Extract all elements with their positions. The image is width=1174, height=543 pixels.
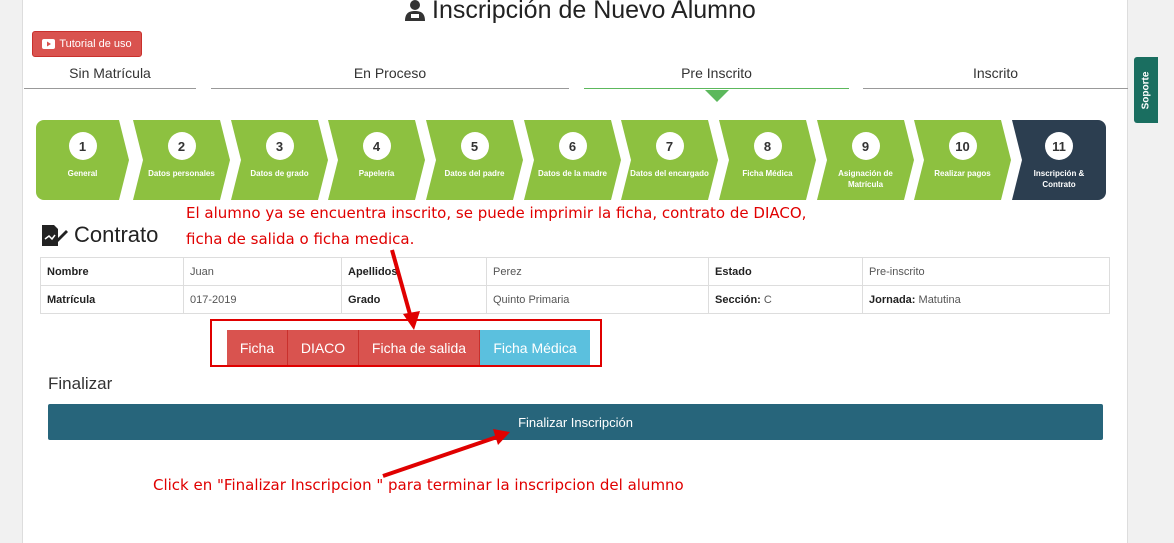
stage-line: [863, 88, 1128, 89]
step-label: Datos del padre: [444, 169, 505, 178]
stage-label: Inscrito: [972, 65, 1019, 81]
stage-inscrito: Inscrito: [863, 64, 1128, 89]
seccion-label: Sección:: [715, 293, 761, 306]
tutorial-button-label: Tutorial de uso: [59, 38, 132, 50]
step-label: Realizar pagos: [934, 169, 991, 178]
stage-sin-matricula: Sin Matrícula: [24, 64, 196, 89]
wizard-steps: 1 General 2 Datos personales 3 Datos de …: [36, 120, 1134, 200]
edit-document-icon: [42, 225, 68, 246]
step-inscripcion-contrato[interactable]: 11 Inscripción & Contrato: [1012, 120, 1106, 200]
step-number: 4: [363, 132, 391, 160]
annotation-note-1: El alumno ya se encuentra inscrito, se p…: [186, 200, 806, 252]
stage-label: Sin Matrícula: [69, 65, 151, 81]
table-row: Matrícula 017-2019 Grado Quinto Primaria…: [40, 285, 1110, 314]
finalizar-inscripcion-button[interactable]: Finalizar Inscripción: [48, 404, 1103, 440]
seccion-value: C: [763, 293, 772, 306]
step-number: 6: [559, 132, 587, 160]
step-ficha-medica[interactable]: 8 Ficha Médica: [719, 120, 816, 200]
stage-label: En Proceso: [353, 65, 427, 81]
step-datos-de-la-madre[interactable]: 6 Datos de la madre: [524, 120, 621, 200]
step-label: Datos de la madre: [538, 169, 607, 178]
tutorial-button[interactable]: Tutorial de uso: [32, 31, 142, 57]
step-realizar-pagos[interactable]: 10 Realizar pagos: [914, 120, 1011, 200]
nombre-label: Nombre: [40, 257, 184, 286]
step-label: Datos personales: [148, 169, 215, 178]
youtube-icon: [42, 39, 56, 49]
grado-value: Quinto Primaria: [486, 285, 709, 314]
page-title-text: Inscripción de Nuevo Alumno: [432, 0, 756, 24]
matricula-value: 017-2019: [183, 285, 342, 314]
matricula-label: Matrícula: [40, 285, 184, 314]
annotation-note-2: Click en "Finalizar Inscripcion " para t…: [153, 476, 684, 494]
step-number: 8: [754, 132, 782, 160]
step-general[interactable]: 1 General: [36, 120, 129, 200]
step-asignacion-de-matricula[interactable]: 9 Asignación de Matrícula: [817, 120, 914, 200]
section-title-text: Contrato: [74, 222, 159, 247]
section-title: Contrato: [40, 222, 158, 248]
grado-label: Grado: [341, 285, 487, 314]
step-label: Ficha Médica: [742, 169, 793, 178]
stage-label: Pre Inscrito: [681, 65, 752, 81]
step-label: Datos del encargado: [630, 169, 709, 178]
stage-pre-inscrito: Pre Inscrito: [584, 64, 849, 102]
active-stage-indicator: [704, 90, 729, 102]
page-title: Inscripción de Nuevo Alumno: [404, 0, 756, 26]
user-icon: [405, 0, 425, 21]
stage-line: [211, 88, 569, 89]
step-label: Datos de grado: [250, 169, 309, 178]
apellidos-label: Apellidos: [341, 257, 487, 286]
step-label: Papelería: [358, 169, 395, 178]
step-number: 7: [656, 132, 684, 160]
annotation-note-1-line-1: El alumno ya se encuentra inscrito, se p…: [186, 204, 807, 222]
step-number: 9: [852, 132, 880, 160]
jornada-cell: Jornada: Matutina: [862, 285, 1110, 314]
step-number: 10: [949, 132, 977, 160]
finalizar-heading: Finalizar: [48, 374, 113, 393]
soporte-tab[interactable]: Soporte: [1134, 57, 1158, 123]
annotation-note-1-line-2: ficha de salida o ficha medica.: [186, 230, 415, 248]
estado-label: Estado: [708, 257, 863, 286]
step-number: 3: [266, 132, 294, 160]
table-row: Nombre Juan Apellidos Perez Estado Pre-i…: [40, 257, 1110, 286]
step-label: Asignación de Matrícula: [838, 169, 893, 189]
step-number: 2: [168, 132, 196, 160]
annotation-highlight-box: [210, 319, 602, 367]
step-datos-personales[interactable]: 2 Datos personales: [133, 120, 230, 200]
jornada-label: Jornada:: [869, 293, 916, 306]
stage-line: [24, 88, 196, 89]
apellidos-value: Perez: [486, 257, 709, 286]
step-datos-del-encargado[interactable]: 7 Datos del encargado: [621, 120, 718, 200]
step-label: Inscripción & Contrato: [1033, 169, 1085, 189]
soporte-tab-label: Soporte: [1140, 71, 1152, 109]
step-papeleria[interactable]: 4 Papelería: [328, 120, 425, 200]
step-label: General: [67, 169, 98, 178]
step-datos-del-padre[interactable]: 5 Datos del padre: [426, 120, 523, 200]
step-datos-de-grado[interactable]: 3 Datos de grado: [231, 120, 328, 200]
estado-value: Pre-inscrito: [862, 257, 1110, 286]
nombre-value: Juan: [183, 257, 342, 286]
step-number: 5: [461, 132, 489, 160]
student-info-table: Nombre Juan Apellidos Perez Estado Pre-i…: [40, 257, 1110, 314]
jornada-value: Matutina: [918, 293, 961, 306]
seccion-cell: Sección: C: [708, 285, 863, 314]
stage-line: [584, 88, 849, 89]
stage-en-proceso: En Proceso: [211, 64, 569, 89]
step-number: 11: [1045, 132, 1073, 160]
step-number: 1: [69, 132, 97, 160]
